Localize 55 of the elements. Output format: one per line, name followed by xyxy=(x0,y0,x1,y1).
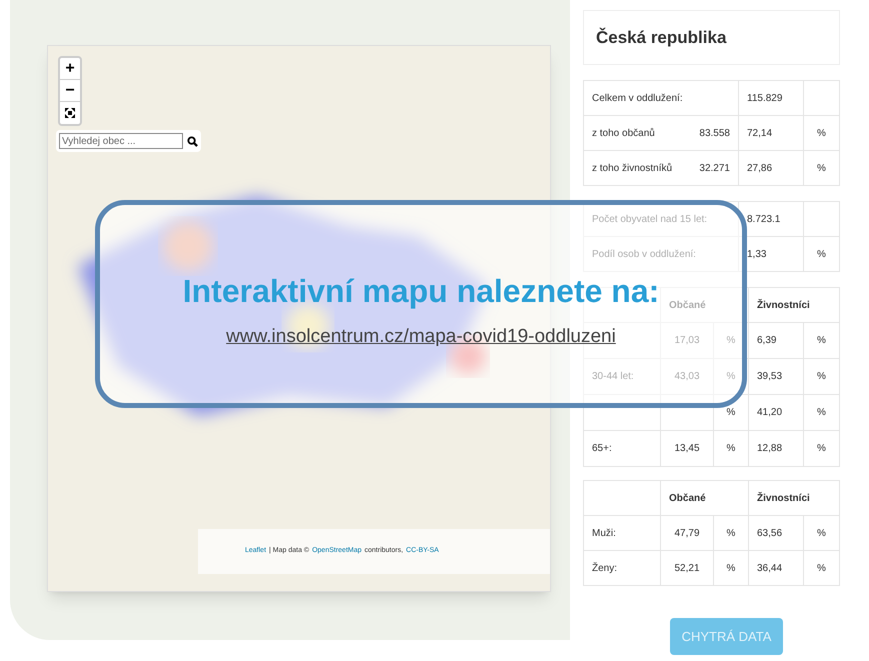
unit-text: % xyxy=(817,335,826,346)
region-title: Česká republika xyxy=(596,26,726,49)
fullscreen-icon xyxy=(65,108,75,118)
website-link[interactable]: www.insolcentrum.cz/mapa-covid19-oddluzeni xyxy=(226,322,616,352)
row-label: Muži: xyxy=(592,528,616,538)
value-text: 17,03 xyxy=(674,335,700,346)
column-header: Občané xyxy=(669,492,706,504)
value-text: 12,88 xyxy=(757,443,782,454)
zoom-in-button[interactable]: + xyxy=(60,58,80,80)
overlay-title: Interaktivní mapu naleznete na: xyxy=(182,272,660,311)
unit-text: % xyxy=(726,335,736,346)
unit-text: % xyxy=(726,371,736,382)
unit-text: % xyxy=(726,528,736,538)
value-text: 6,39 xyxy=(757,335,776,346)
column-header: Živnostníci xyxy=(757,492,810,504)
row-label: Podíl osob v oddlužení: xyxy=(592,248,696,260)
unit-text: % xyxy=(817,443,826,454)
unit-text: % xyxy=(726,562,736,574)
value-text: 36,44 xyxy=(757,562,782,574)
value-text: 8.723.1 xyxy=(747,214,780,224)
row-label: Celkem v oddlužení: xyxy=(592,92,683,106)
unit-text: % xyxy=(817,162,826,174)
row-label: 65+: xyxy=(592,443,612,454)
count-value: 83.558 xyxy=(699,126,730,140)
value-text: 63,56 xyxy=(757,528,782,538)
value-text: 1,33 xyxy=(747,248,766,260)
unit-text: % xyxy=(817,248,826,260)
search-field[interactable]: Vyhledej obec ... xyxy=(59,133,183,149)
zoom-out-button[interactable]: − xyxy=(60,80,80,102)
value-text: 47,79 xyxy=(674,528,700,538)
unit-text: % xyxy=(817,562,826,574)
value-text: 39,53 xyxy=(757,371,782,382)
row-label: 30-44 let: xyxy=(592,371,634,382)
value-text: 72,14 xyxy=(747,128,772,138)
unit-text: % xyxy=(726,443,736,454)
row-label: Ženy: xyxy=(592,562,618,574)
column-header: Živnostníci xyxy=(757,300,810,310)
value-text: 52,21 xyxy=(674,562,700,574)
unit-text: % xyxy=(817,128,826,138)
column-header: Občané xyxy=(669,300,706,310)
row-label: Počet obyvatel nad 15 let: xyxy=(592,214,708,224)
unit-text: % xyxy=(817,407,826,418)
value-text: 43,03 xyxy=(674,371,700,382)
heat-spot xyxy=(163,221,213,271)
value-text: 41,20 xyxy=(757,407,782,418)
value-text: 115.829 xyxy=(747,92,782,104)
unit-text: % xyxy=(817,528,826,538)
row-label: z toho občanů xyxy=(592,126,655,140)
search-icon[interactable] xyxy=(187,136,198,146)
count-value: 32.271 xyxy=(699,162,730,176)
unit-text: % xyxy=(726,407,736,418)
value-text: 13,45 xyxy=(674,443,700,454)
unit-text: % xyxy=(817,371,826,382)
value-text: 27,86 xyxy=(747,162,772,174)
row-label: z toho živnostníků xyxy=(592,162,672,176)
